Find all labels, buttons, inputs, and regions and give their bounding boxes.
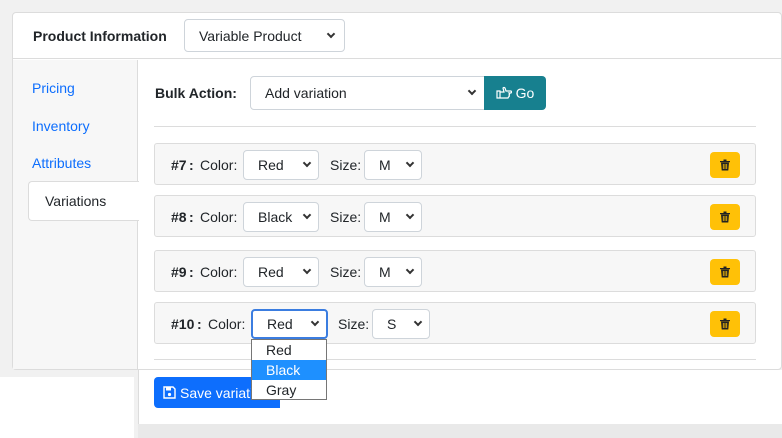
hand-point-right-icon (496, 86, 512, 99)
chevron-down-icon (405, 158, 415, 168)
dropdown-option-red[interactable]: Red (252, 340, 326, 360)
sidebar-item-attributes[interactable]: Attributes (32, 155, 91, 171)
chevron-down-icon (302, 158, 312, 168)
size-label: Size: (330, 157, 362, 173)
size-value: M (379, 209, 391, 225)
divider (154, 359, 756, 360)
size-label: Size: (330, 264, 362, 280)
bulk-action-select[interactable]: Add variation (250, 76, 486, 110)
color-label: Color: (208, 316, 246, 332)
color-select[interactable]: Red (251, 309, 328, 339)
color-value: Red (258, 157, 284, 173)
color-value: Black (258, 209, 293, 225)
size-select[interactable]: M (364, 150, 422, 180)
variation-number-colon: : (197, 316, 202, 332)
size-label: Size: (338, 316, 370, 332)
chevron-down-icon (467, 86, 477, 96)
variation-row: #7 : Color: Red Size: M (154, 143, 756, 185)
trash-icon (720, 211, 730, 223)
delete-variation-button[interactable] (710, 152, 740, 178)
chevron-down-icon (310, 317, 320, 327)
product-type-select[interactable]: Variable Product (184, 19, 345, 52)
delete-variation-button[interactable] (710, 204, 740, 230)
size-value: M (379, 157, 391, 173)
color-label: Color: (200, 157, 238, 173)
color-select[interactable]: Red (243, 150, 319, 180)
size-label: Size: (330, 209, 362, 225)
chevron-down-icon (302, 265, 312, 275)
panel-header: Product Information (13, 13, 781, 59)
variation-number: #8 (171, 209, 187, 225)
delete-variation-button[interactable] (710, 259, 740, 285)
color-label: Color: (200, 264, 238, 280)
color-dropdown-list: Red Black Gray (251, 339, 327, 400)
variation-number-colon: : (189, 209, 194, 225)
color-value: Red (267, 316, 293, 332)
size-value: M (379, 264, 391, 280)
variation-row: #10 : Color: Red Size: S (154, 302, 756, 344)
variation-row: #8 : Color: Black Size: M (154, 195, 756, 237)
go-button[interactable]: Go (484, 76, 546, 110)
trash-icon (720, 266, 730, 278)
chevron-down-icon (413, 317, 423, 327)
sidebar-item-pricing[interactable]: Pricing (32, 80, 75, 96)
bulk-action-value: Add variation (265, 85, 347, 101)
divider (154, 126, 756, 127)
size-select[interactable]: S (372, 309, 430, 339)
size-value: S (387, 316, 397, 332)
chevron-down-icon (405, 265, 415, 275)
sidebar-item-label: Variations (45, 193, 107, 209)
color-select[interactable]: Black (243, 202, 319, 232)
trash-icon (720, 318, 730, 330)
floppy-disk-icon (163, 386, 176, 399)
variation-number-colon: : (189, 264, 194, 280)
sidebar-item-inventory[interactable]: Inventory (32, 118, 90, 134)
chevron-down-icon (302, 210, 312, 220)
variation-number: #7 (171, 157, 187, 173)
color-label: Color: (200, 209, 238, 225)
product-type-value: Variable Product (199, 27, 302, 44)
variation-number-colon: : (189, 157, 194, 173)
trash-icon (720, 159, 730, 171)
chevron-down-icon (326, 29, 336, 38)
variation-row: #9 : Color: Red Size: M (154, 250, 756, 292)
variation-number: #10 (171, 316, 195, 332)
page-footer-strip (138, 424, 782, 438)
color-select[interactable]: Red (243, 257, 319, 287)
go-label: Go (515, 85, 535, 101)
color-value: Red (258, 264, 284, 280)
bulk-action-label: Bulk Action: (155, 85, 237, 101)
size-select[interactable]: M (364, 257, 422, 287)
size-select[interactable]: M (364, 202, 422, 232)
dropdown-option-black[interactable]: Black (252, 360, 326, 380)
dropdown-option-gray[interactable]: Gray (252, 380, 326, 400)
chevron-down-icon (405, 210, 415, 220)
sidebar-item-variations[interactable]: Variations (28, 181, 139, 221)
variation-number: #9 (171, 264, 187, 280)
delete-variation-button[interactable] (710, 311, 740, 337)
panel-title: Product Information (33, 27, 167, 44)
page-background (0, 377, 134, 438)
